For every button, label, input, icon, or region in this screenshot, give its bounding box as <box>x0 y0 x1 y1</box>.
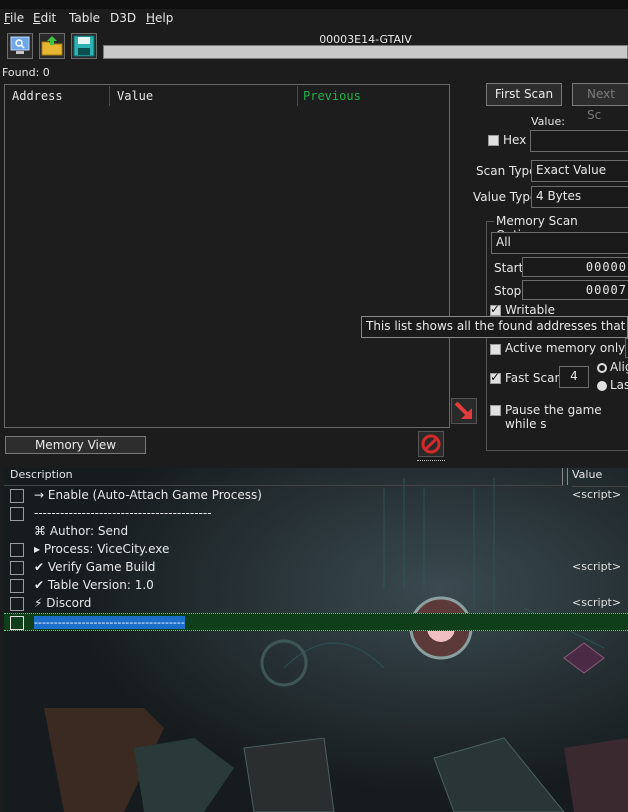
row-active-checkbox[interactable] <box>10 597 24 611</box>
value-label: Value: <box>531 115 565 128</box>
fast-scan-checkbox[interactable] <box>490 370 501 384</box>
alignment-label: Alig <box>610 360 628 374</box>
results-tooltip: This list shows all the found addresses … <box>361 316 628 338</box>
hex-label: Hex <box>503 133 527 147</box>
row-active-checkbox[interactable] <box>10 616 24 630</box>
column-value[interactable]: Value <box>572 468 628 487</box>
column-value[interactable]: Value <box>117 89 153 103</box>
menu-help[interactable]: Help <box>146 11 173 25</box>
select-process-button[interactable] <box>7 33 33 59</box>
memory-region-select[interactable]: All <box>491 232 628 254</box>
table-row[interactable]: ----------------------------------------… <box>4 505 628 523</box>
row-description: ▸ Process: ViceCity.exe <box>34 542 170 556</box>
column-previous[interactable]: Previous <box>303 89 361 103</box>
save-icon <box>73 35 95 57</box>
scan-type-select[interactable]: Exact Value <box>531 160 628 182</box>
row-description: ✔ Table Version: 1.0 <box>34 578 154 592</box>
row-value: <script> <box>572 596 622 609</box>
found-count: Found: 0 <box>2 66 50 79</box>
monitor-icon <box>10 36 30 54</box>
table-row[interactable]: ✔ Verify Game Build <script> <box>4 559 628 577</box>
writable-label: Writable <box>505 303 555 317</box>
menu-file[interactable]: File <box>4 11 24 25</box>
folder-open-icon <box>41 36 63 56</box>
table-row[interactable]: ▸ Process: ViceCity.exe <box>4 541 628 559</box>
stop-label: Stop <box>494 284 522 298</box>
table-row[interactable]: → Enable (Auto-Attach Game Process) <scr… <box>4 487 628 505</box>
save-file-button[interactable] <box>71 33 97 59</box>
active-memory-label: Active memory only <box>505 341 626 355</box>
column-resize-handle[interactable] <box>562 468 568 485</box>
row-active-checkbox[interactable] <box>10 507 24 521</box>
fast-scan-label: Fast Scan <box>505 371 563 385</box>
row-active-checkbox[interactable] <box>10 489 24 503</box>
arrow-down-right-icon <box>454 401 472 419</box>
value-input[interactable] <box>530 130 628 152</box>
hex-checkbox[interactable] <box>488 135 499 146</box>
start-address-input[interactable]: 00000 <box>522 257 628 277</box>
open-file-button[interactable] <box>39 33 65 59</box>
pause-game-checkbox[interactable] <box>490 405 501 416</box>
splitter-grip[interactable] <box>417 460 445 464</box>
writable-checkbox[interactable] <box>490 302 501 316</box>
menu-edit[interactable]: Edit <box>33 11 56 25</box>
window-title-bar <box>0 0 628 9</box>
last-digits-label: Las <box>610 378 628 392</box>
alignment-radio[interactable] <box>597 363 607 373</box>
cheat-table[interactable]: Description Value → Enable (Auto-Attach … <box>4 468 628 812</box>
row-description: ✔ Verify Game Build <box>34 560 156 574</box>
last-digits-radio[interactable] <box>597 381 607 391</box>
menu-table[interactable]: Table <box>69 11 100 25</box>
scan-progress-bar <box>103 45 628 59</box>
row-value: <script> <box>572 488 622 501</box>
stop-address-input[interactable]: 00007 <box>522 280 628 300</box>
start-label: Start <box>494 261 524 275</box>
column-description[interactable]: Description <box>4 468 564 486</box>
column-divider <box>109 86 110 106</box>
row-active-checkbox[interactable] <box>10 543 24 557</box>
scan-type-label: Scan Type <box>476 164 537 178</box>
row-description: ----------------------------------------… <box>34 506 212 520</box>
column-address[interactable]: Address <box>12 89 63 103</box>
row-active-checkbox[interactable] <box>10 579 24 593</box>
row-description: → Enable (Auto-Attach Game Process) <box>34 488 262 502</box>
menu-bar: File Edit Table D3D Help <box>0 9 628 28</box>
row-description: ⌘ Author: Send <box>34 524 129 538</box>
pause-game-label: Pause the game while s <box>505 403 602 431</box>
table-row[interactable]: ✔ Table Version: 1.0 <box>4 577 628 595</box>
row-active-checkbox[interactable] <box>10 561 24 575</box>
no-sign-icon <box>421 434 441 454</box>
add-address-button[interactable] <box>451 398 477 424</box>
row-value: <script> <box>572 560 622 573</box>
fast-scan-alignment-input[interactable]: 4 <box>559 366 589 388</box>
active-memory-checkbox[interactable] <box>490 344 501 355</box>
table-row[interactable]: ⚡ Discord <script> <box>4 595 628 613</box>
row-description: ⚡ Discord <box>34 596 92 610</box>
table-row-selected[interactable]: -------------------------------------- <box>4 613 628 631</box>
memory-view-button[interactable]: Memory View <box>5 436 146 454</box>
column-divider <box>297 86 298 106</box>
first-scan-button[interactable]: First Scan <box>486 83 562 106</box>
value-type-label: Value Type <box>473 190 538 204</box>
next-scan-button[interactable]: Next Sc <box>572 83 628 122</box>
row-description: -------------------------------------- <box>34 616 185 629</box>
value-type-select[interactable]: 4 Bytes <box>531 186 628 208</box>
clear-list-button[interactable] <box>418 431 444 457</box>
found-address-list[interactable]: Address Value Previous <box>4 84 450 428</box>
menu-d3d[interactable]: D3D <box>110 11 136 25</box>
table-row[interactable]: ⌘ Author: Send <box>4 523 628 541</box>
